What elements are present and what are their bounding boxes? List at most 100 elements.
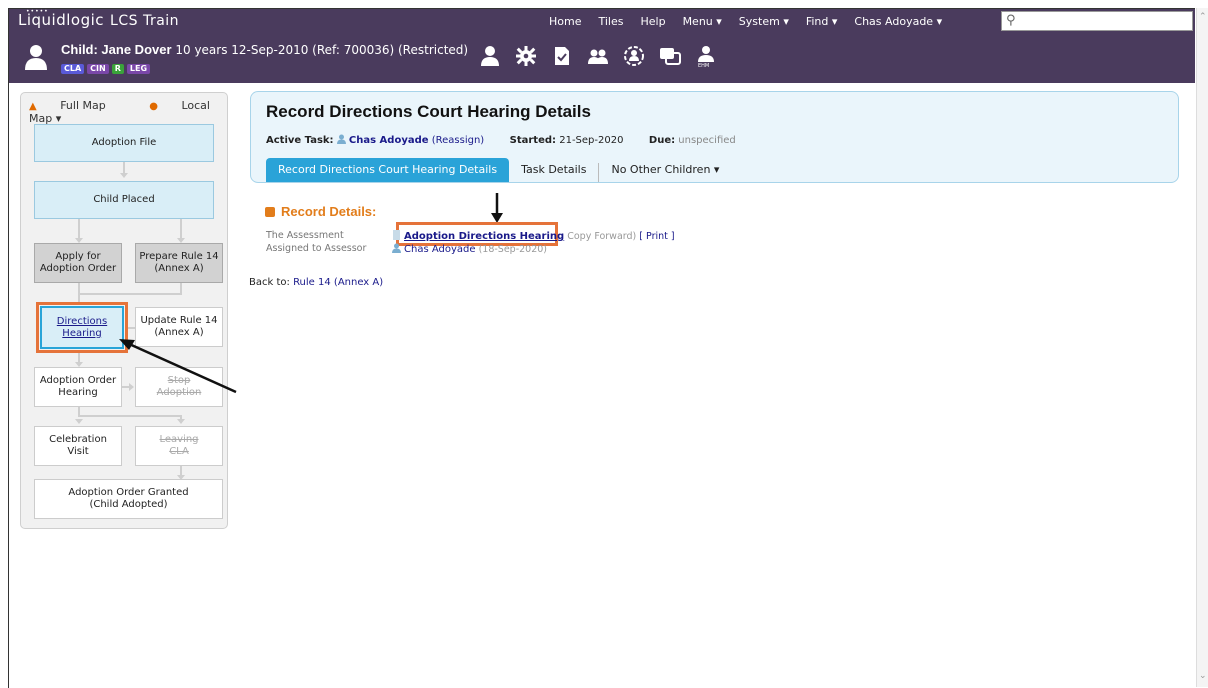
node-label: Leaving CLA (159, 434, 199, 457)
map-node-apply-adoption-order[interactable]: Apply for Adoption Order (34, 243, 122, 283)
child-name: Child: Jane Dover (61, 42, 172, 57)
map-node-child-placed[interactable]: Child Placed (34, 181, 214, 219)
nav-menu[interactable]: Menu ▾ (683, 15, 722, 28)
tab-record-details[interactable]: Record Directions Court Hearing Details (266, 158, 510, 182)
child-badges: CLA CIN R LEG (61, 64, 151, 74)
checkbox-icon (265, 207, 275, 217)
reassign-link[interactable]: (Reassign) (432, 135, 484, 146)
search-input[interactable]: ⚲ (1001, 11, 1193, 31)
assessor-row: Chas Adoyade (18-Sep-2020) (392, 243, 547, 255)
logo-dots: ••••• (26, 8, 49, 15)
node-label: Adoption File (91, 137, 157, 148)
map-node-update-rule-14[interactable]: Update Rule 14 (Annex A) (135, 307, 223, 347)
print-link[interactable]: [ Print ] (639, 231, 674, 242)
record-details-heading-text: Record Details: (281, 204, 377, 219)
assessor-date: (18-Sep-2020) (478, 244, 548, 255)
assessment-row: Adoption Directions Hearing Copy Forward… (392, 230, 675, 242)
user-icon (336, 134, 346, 144)
page-title: Record Directions Court Hearing Details (266, 102, 591, 121)
gear-icon[interactable] (515, 45, 537, 69)
started-label: Started: (509, 135, 557, 146)
assessment-label: The Assessment (266, 230, 344, 241)
nav-help[interactable]: Help (640, 15, 665, 28)
active-task-label: Active Task: (266, 135, 334, 146)
product-name: LCS Train (110, 13, 180, 29)
copy-forward-link[interactable]: Copy Forward) (567, 231, 636, 242)
ehm-person-icon[interactable]: EHM (695, 45, 717, 69)
node-label: Apply for Adoption Order (39, 251, 117, 274)
task-tabs: Record Directions Court Hearing Details … (266, 158, 731, 182)
map-node-leaving-cla[interactable]: Leaving CLA (135, 426, 223, 466)
nav-home[interactable]: Home (549, 15, 581, 28)
child-title: Child: Jane Dover 10 years 12-Sep-2010 (… (61, 42, 468, 57)
ehm-label: EHM (698, 63, 710, 69)
back-to-label: Back to: (249, 277, 290, 288)
back-to: Back to: Rule 14 (Annex A) (249, 277, 383, 288)
map-node-adoption-order-granted[interactable]: Adoption Order Granted (Child Adopted) (34, 479, 223, 519)
connector (78, 293, 182, 295)
map-node-prepare-rule-14[interactable]: Prepare Rule 14 (Annex A) (135, 243, 223, 283)
local-map-panel: ▲ Full Map ● Local Map ▾ Adoption File C… (20, 92, 228, 529)
badge-r: R (111, 64, 124, 74)
map-node-stop-adoption[interactable]: Stop Adoption (135, 367, 223, 407)
nav-find[interactable]: Find ▾ (806, 15, 838, 28)
node-label: Prepare Rule 14 (Annex A) (139, 251, 219, 274)
child-avatar-icon (25, 45, 47, 70)
child-toolbar: EHM (479, 45, 717, 69)
full-map-link[interactable]: ▲ Full Map (29, 99, 126, 112)
nav-user-menu[interactable]: Chas Adoyade ▾ (854, 15, 942, 28)
user-icon (392, 243, 401, 253)
tab-task-details[interactable]: Task Details (509, 163, 600, 182)
scroll-up-icon[interactable]: ⌃ (1199, 12, 1207, 22)
home-icon: ▲ (29, 101, 37, 112)
tab-other-children[interactable]: No Other Children ▾ (599, 158, 731, 182)
node-label: Adoption Order Hearing (39, 375, 117, 398)
app-window: ••••• Liquidlogic LCS Train Home Tiles He… (8, 8, 1195, 688)
scroll-down-icon[interactable]: ⌄ (1199, 671, 1207, 681)
document-icon (393, 230, 400, 240)
connector-arrow (129, 383, 134, 391)
task-header-card: Record Directions Court Hearing Details … (250, 91, 1179, 183)
search-icon: ⚲ (1006, 13, 1016, 28)
started-value: 21-Sep-2020 (559, 135, 624, 146)
messages-icon[interactable] (659, 45, 681, 69)
node-label: Update Rule 14 (Annex A) (140, 315, 218, 338)
node-label: Child Placed (93, 194, 155, 205)
map-node-adoption-file[interactable]: Adoption File (34, 124, 214, 162)
assessor-label: Assigned to Assessor (266, 243, 367, 254)
map-node-directions-hearing[interactable]: Directions Hearing (40, 306, 124, 349)
connector-arrow (177, 419, 185, 424)
record-details-heading: Record Details: (265, 204, 376, 219)
document-check-icon[interactable] (551, 45, 573, 69)
badge-leg: LEG (126, 64, 151, 74)
assessor-link[interactable]: Chas Adoyade (404, 244, 476, 255)
person-icon[interactable] (479, 45, 501, 69)
back-to-link[interactable]: Rule 14 (Annex A) (293, 277, 383, 288)
task-info: Active Task: Chas Adoyade (Reassign) Sta… (266, 134, 736, 146)
badge-cla: CLA (61, 64, 85, 74)
connector-arrow (120, 173, 128, 178)
vertical-scrollbar[interactable]: ⌃ ⌄ (1196, 8, 1208, 687)
node-label: Directions Hearing (56, 315, 108, 339)
network-person-icon[interactable] (623, 45, 645, 69)
active-task-user-link[interactable]: Chas Adoyade (349, 135, 429, 146)
connector-arrow (75, 419, 83, 424)
top-navigation-bar: ••••• Liquidlogic LCS Train Home Tiles He… (9, 9, 1195, 33)
child-details: 10 years 12-Sep-2010 (Ref: 700036) (Rest… (175, 43, 469, 57)
badge-cin: CIN (87, 64, 109, 74)
app-logo[interactable]: ••••• Liquidlogic LCS Train (18, 8, 180, 29)
assessment-link[interactable]: Adoption Directions Hearing (404, 231, 564, 242)
due-value: unspecified (678, 135, 736, 146)
node-label: Stop Adoption (156, 375, 202, 398)
due-label: Due: (648, 135, 676, 146)
map-tabs: ▲ Full Map ● Local Map ▾ (29, 99, 227, 125)
connector (78, 415, 182, 417)
clock-icon: ● (149, 101, 158, 112)
map-node-adoption-order-hearing[interactable]: Adoption Order Hearing (34, 367, 122, 407)
nav-tiles[interactable]: Tiles (598, 15, 623, 28)
group-icon[interactable] (587, 45, 609, 69)
nav-system[interactable]: System ▾ (739, 15, 789, 28)
node-label: Celebration Visit (49, 434, 107, 457)
map-node-celebration-visit[interactable]: Celebration Visit (34, 426, 122, 466)
full-map-label: Full Map (60, 99, 106, 112)
